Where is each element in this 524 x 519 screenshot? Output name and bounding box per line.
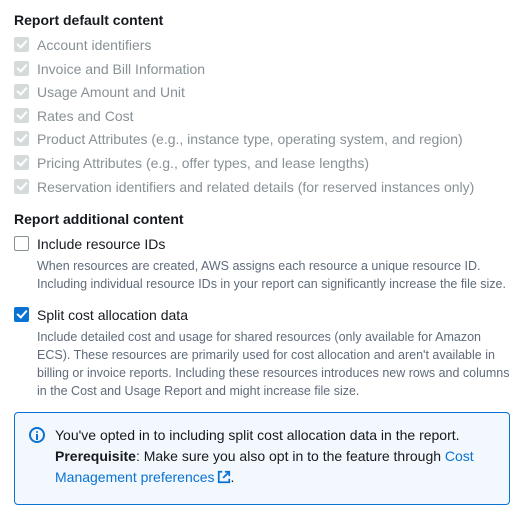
- info-icon: [29, 427, 45, 443]
- include-resource-ids-checkbox[interactable]: [14, 236, 29, 251]
- split-cost-allocation-option: Split cost allocation data Include detai…: [14, 306, 510, 401]
- prerequisite-label: Prerequisite: [55, 448, 136, 464]
- checkmark-icon: [14, 84, 29, 99]
- default-item-label: Invoice and Bill Information: [37, 60, 205, 80]
- default-item-label: Pricing Attributes (e.g., offer types, a…: [37, 154, 369, 174]
- info-alert-text: You've opted in to including split cost …: [55, 425, 495, 490]
- default-item-label: Account identifiers: [37, 36, 151, 56]
- default-content-heading: Report default content: [14, 12, 510, 28]
- default-item: Account identifiers: [14, 36, 510, 56]
- default-content-list: Account identifiers Invoice and Bill Inf…: [14, 36, 510, 197]
- checkmark-icon: [14, 131, 29, 146]
- default-item: Product Attributes (e.g., instance type,…: [14, 130, 510, 150]
- checkmark-icon: [14, 37, 29, 52]
- info-alert: You've opted in to including split cost …: [14, 412, 510, 505]
- default-item: Rates and Cost: [14, 107, 510, 127]
- default-item: Reservation identifiers and related deta…: [14, 178, 510, 198]
- default-item: Usage Amount and Unit: [14, 83, 510, 103]
- default-item-label: Rates and Cost: [37, 107, 134, 127]
- info-line1: You've opted in to including split cost …: [55, 427, 460, 443]
- prerequisite-text: : Make sure you also opt in to the featu…: [136, 448, 445, 464]
- default-item: Pricing Attributes (e.g., offer types, a…: [14, 154, 510, 174]
- checkmark-icon: [14, 179, 29, 194]
- include-resource-ids-option: Include resource IDs When resources are …: [14, 235, 510, 293]
- checkmark-icon: [14, 61, 29, 76]
- checkmark-icon: [14, 155, 29, 170]
- default-item-label: Reservation identifiers and related deta…: [37, 178, 474, 198]
- info-trailing: .: [231, 469, 235, 485]
- include-resource-ids-label: Include resource IDs: [37, 235, 165, 253]
- default-item-label: Usage Amount and Unit: [37, 83, 185, 103]
- split-cost-allocation-checkbox[interactable]: [14, 307, 29, 322]
- additional-content-heading: Report additional content: [14, 211, 510, 227]
- default-item-label: Product Attributes (e.g., instance type,…: [37, 130, 463, 150]
- split-cost-allocation-label: Split cost allocation data: [37, 306, 188, 324]
- default-item: Invoice and Bill Information: [14, 60, 510, 80]
- include-resource-ids-description: When resources are created, AWS assigns …: [37, 257, 510, 293]
- checkmark-icon: [14, 108, 29, 123]
- split-cost-allocation-description: Include detailed cost and usage for shar…: [37, 328, 510, 401]
- external-link-icon: [217, 469, 231, 490]
